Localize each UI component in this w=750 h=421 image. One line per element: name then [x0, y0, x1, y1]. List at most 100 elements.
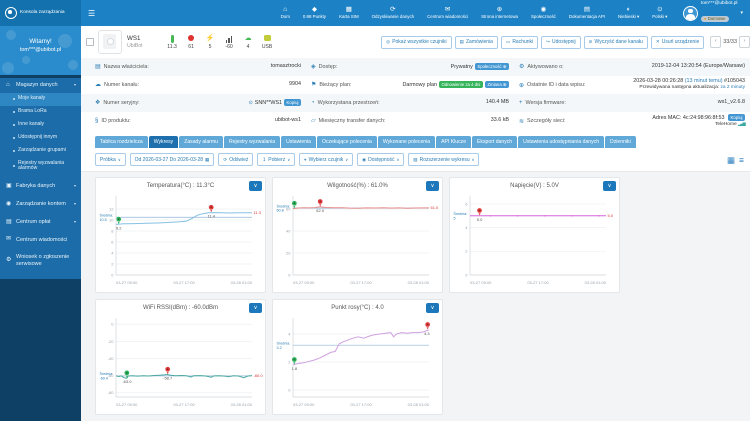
- tab-tablica-rozdzielcza[interactable]: Tablica rozdzielcza: [95, 136, 148, 148]
- decorative-bubble: [68, 60, 78, 70]
- tab-rejestry-wyzwalania[interactable]: Rejestry wyzwalania: [224, 136, 280, 148]
- navbar-item-messages[interactable]: ✉Centrum wiadomości: [421, 6, 475, 19]
- tab-eksport-danych[interactable]: Eksport danych: [472, 136, 517, 148]
- sidebar-item-moje-kana-y[interactable]: Moje kanały: [0, 93, 81, 106]
- button-label: Zamówienia: [466, 39, 493, 45]
- tab-api-klucze[interactable]: API Klucze: [436, 136, 471, 148]
- sidebar-item-udost-pnij-innym[interactable]: Udostępnij innym: [0, 131, 81, 144]
- tab-zasady-alarmu[interactable]: Zasady alarmu: [179, 136, 223, 148]
- svg-text:-60.0: -60.0: [253, 373, 263, 378]
- navbar-item-theme[interactable]: ◐Niebieski ▾: [611, 6, 645, 19]
- sensor-wifi-rssi: -60: [220, 34, 239, 50]
- sidebar-item-zarz-dzanie-grupami[interactable]: Zarządzanie grupami: [0, 144, 81, 157]
- navbar-item-community[interactable]: ◉Społeczność: [524, 6, 562, 19]
- grid-view-button[interactable]: ▦: [727, 155, 735, 165]
- navbar-item-recovery[interactable]: ⟳Odzyskiwanie danych: [365, 6, 420, 19]
- kopiuj-badge[interactable]: Kopiuj: [284, 99, 301, 106]
- tab-dzienniki[interactable]: Dzienniki: [605, 136, 636, 148]
- device-checkbox[interactable]: [86, 38, 94, 46]
- svg-text:03-27 09:00: 03-27 09:00: [293, 402, 315, 407]
- usu-urz-dzenie-button[interactable]: ✕Usuń urządzenie: [651, 36, 704, 49]
- odnowienie-za-4-dni-badge[interactable]: Odnowienie za 4 dni: [439, 81, 483, 88]
- sidebar-item-rejestry-wyzwalania-alarm-w[interactable]: Rejestry wyzwalania alarmów: [0, 157, 81, 176]
- tab-ustawienia-udost-pniania-danych[interactable]: Ustawienia udostępniania danych: [518, 136, 604, 148]
- device-model: UbiBot: [127, 43, 143, 49]
- tab-ustawienia[interactable]: Ustawienia: [281, 136, 316, 148]
- navbar-item-label: 0.98 Punkty: [303, 14, 326, 19]
- sidebar-section-centrum-wiadomo-ci[interactable]: ✉Centrum wiadomości: [0, 232, 81, 247]
- bullet-icon: [13, 98, 15, 100]
- gear-icon: ⚙: [519, 63, 524, 70]
- chart-options-button[interactable]: ∨: [426, 181, 439, 191]
- navbar-item-api-docs[interactable]: ▤Dokumentacja API: [562, 6, 611, 19]
- kopiuj-badge[interactable]: Kopiuj: [728, 114, 745, 121]
- sensor-value: 4: [239, 44, 258, 50]
- voltage-icon: ⚡: [201, 34, 220, 43]
- value-link[interactable]: (13 minut temu): [685, 78, 723, 84]
- sidebar-item-label: Inne kanały: [18, 122, 44, 128]
- svg-text:4: 4: [111, 250, 114, 255]
- share-icon: ↪: [546, 39, 550, 45]
- sidebar-section-zarz-dzanie-kontem[interactable]: ◉Zarządzanie kontem▾: [0, 197, 81, 212]
- navbar-item-points[interactable]: ◆0.98 Punkty: [296, 6, 332, 19]
- sidebar-section-centrum-op-at[interactable]: ▤Centrum opłat▾: [0, 215, 81, 230]
- od-wie-button[interactable]: ⟳Odśwież: [218, 153, 253, 166]
- sidebar-section-wniosek-o-zg-oszenie-serwisowe[interactable]: ⚙Wniosek o zgłoszenie serwisowe: [0, 250, 81, 271]
- info-value: 2026-03-28 00:26:28 (13 minut temu) #105…: [633, 78, 745, 91]
- zam-wienia-button[interactable]: ▤Zamówienia: [455, 36, 498, 49]
- svg-text:Średnia:: Średnia:: [99, 371, 113, 376]
- rachunki-button[interactable]: ▭Rachunki: [501, 36, 538, 49]
- svg-text:-60.4: -60.4: [99, 377, 107, 381]
- rozszerzenie-wykresu-button[interactable]: ▧Rozszerzenie wykresu∨: [408, 153, 479, 166]
- sensor-usb: USB: [258, 34, 277, 50]
- svg-text:3.2: 3.2: [276, 346, 281, 350]
- pobierz-button[interactable]: ↧Pobierz∨: [257, 153, 295, 166]
- plan-badge: ● Darmowe: [701, 16, 729, 23]
- tab-oczekuj-ce-polecenia[interactable]: Oczekujące polecenia: [317, 136, 377, 148]
- svg-text:9.2: 9.2: [115, 225, 121, 230]
- dost-pno-button[interactable]: ◉Dostępność∨: [357, 153, 404, 166]
- label-text: Numer seryjny:: [103, 100, 139, 106]
- label-text: Numer kanału:: [104, 82, 139, 88]
- svg-text:5: 5: [453, 216, 455, 220]
- sensor-voltage: ⚡5: [201, 34, 220, 50]
- sidebar-toggle-icon[interactable]: ☰: [88, 9, 95, 18]
- user-menu[interactable]: tom***@ubibot.pl ● Darmowe ▾: [674, 1, 750, 25]
- navbar-item-language[interactable]: ⊙Polski ▾: [646, 6, 674, 19]
- sidebar-item-brama-lora[interactable]: Brama LoRa: [0, 106, 81, 119]
- sidebar-section-fabryka-danych[interactable]: ▣Fabryka danych▾: [0, 179, 81, 194]
- udost-pnij-button[interactable]: ↪Udostępnij: [541, 36, 581, 49]
- od-2026-03-27-do-2026-03-28-button[interactable]: Od 2026-03-27 Do 2026-03-28▦: [130, 153, 215, 166]
- button-label: Dostępność: [368, 157, 394, 163]
- chart-pie-icon: ◔: [311, 100, 315, 106]
- navbar-item-label: Strona internetowa: [481, 14, 518, 19]
- sidebar-section-magazyn-danych[interactable]: ⌂Magazyn danych▾: [0, 78, 81, 93]
- pr-bka-button[interactable]: Próbka∨: [95, 153, 126, 166]
- wyczy-dane-kana-u-button[interactable]: ⊘Wyczyść dane kanału: [584, 36, 648, 49]
- tab-wykonane-polecenia[interactable]: Wykonane polecenia: [378, 136, 435, 148]
- value-text: 140.4 MB: [486, 99, 509, 105]
- next-device-button[interactable]: ›: [739, 36, 750, 48]
- zmiana-badge[interactable]: Zmiana ⊕: [485, 81, 509, 88]
- wybierz-czujnik-button[interactable]: ⌖Wybierz czujnik∨: [299, 153, 353, 166]
- list-view-button[interactable]: ≡: [739, 155, 744, 165]
- tag-icon: ⚑: [311, 81, 316, 88]
- sidebar-item-inne-kana-y[interactable]: Inne kanały: [0, 119, 81, 132]
- prev-device-button[interactable]: ‹: [710, 36, 721, 48]
- eye-icon[interactable]: ⊙: [249, 100, 253, 106]
- value-link[interactable]: za 2 minuty: [720, 85, 745, 90]
- navbar-item-sim[interactable]: ▦Karta SIM: [333, 6, 366, 19]
- chart-options-button[interactable]: ∨: [249, 303, 262, 313]
- info-label: ⚑Bieżący plan:: [311, 81, 351, 88]
- navbar-item-home[interactable]: ⌂Dom: [274, 6, 296, 19]
- bullet-icon: [13, 124, 15, 126]
- chart-line: [116, 213, 252, 225]
- tab-wykresy[interactable]: Wykresy: [149, 136, 178, 148]
- spo-eczno-badge[interactable]: Społeczność ⊕: [475, 63, 509, 70]
- poka-wszystkie-czujniki-button[interactable]: ◎Pokaż wszystkie czujniki: [381, 36, 451, 49]
- chart-options-button[interactable]: ∨: [426, 303, 439, 313]
- navbar-item-website[interactable]: ⊕Strona internetowa: [475, 6, 525, 19]
- chevron-down-icon: ▾: [740, 10, 743, 16]
- chart-options-button[interactable]: ∨: [603, 181, 616, 191]
- chart-options-button[interactable]: ∨: [249, 181, 262, 191]
